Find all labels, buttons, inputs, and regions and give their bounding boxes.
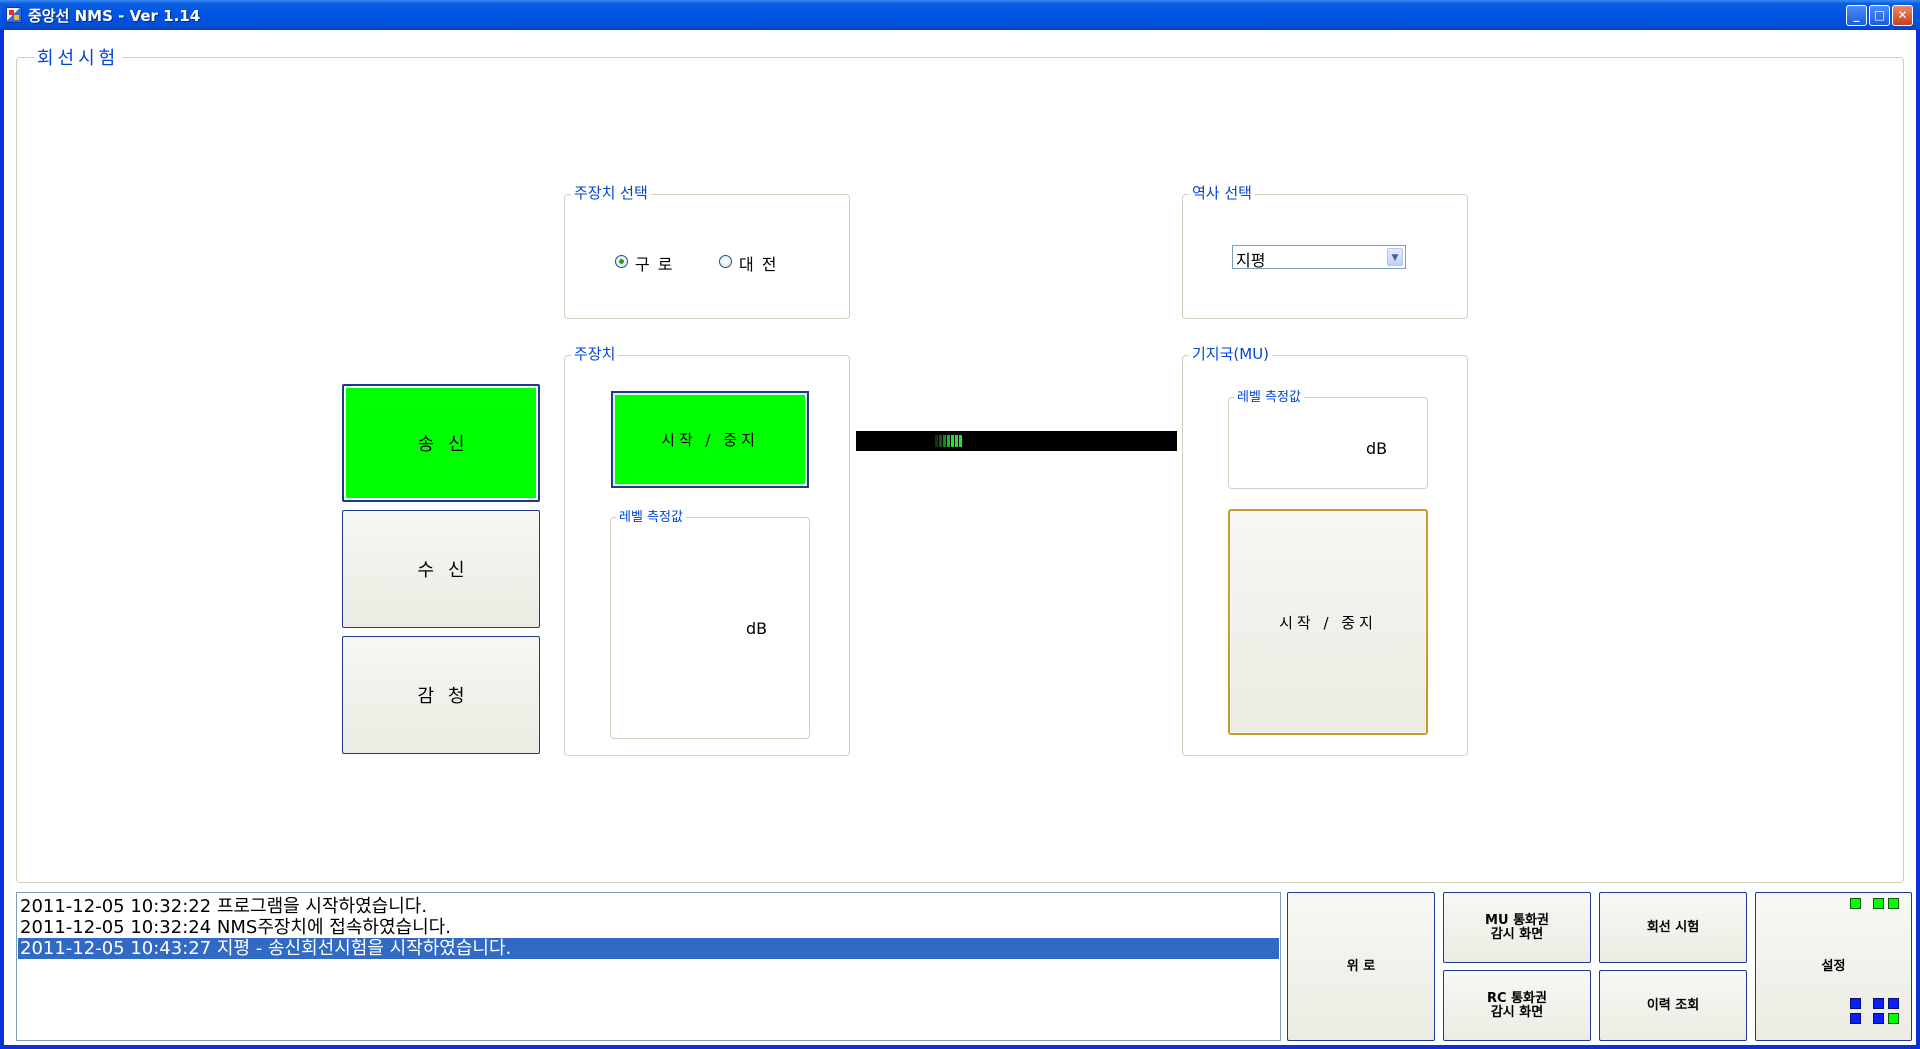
- progress-segment: [951, 435, 954, 447]
- status-indicator-icon: [1888, 898, 1899, 909]
- line-test-label: 회선 시험: [1646, 919, 1700, 935]
- base-station-level-group: [1228, 397, 1428, 489]
- log-entry[interactable]: 2011-12-05 10:32:22 프로그램을 시작하였습니다.: [18, 896, 1279, 917]
- history-label: 이력 조회: [1646, 997, 1700, 1013]
- status-indicator-icon: [1873, 998, 1884, 1009]
- rc-coverage-label-line1: RC 통화권: [1487, 990, 1547, 1006]
- line-test-button[interactable]: 회선 시험: [1599, 892, 1747, 963]
- progress-segment: [939, 435, 942, 447]
- minimize-icon: _: [1853, 8, 1860, 22]
- receive-button[interactable]: 수신: [342, 510, 540, 628]
- status-indicator-icon: [1873, 898, 1884, 909]
- main-device-legend: 주장치: [571, 343, 619, 364]
- base-station-start-stop-button[interactable]: 시작 / 중지: [1228, 509, 1428, 735]
- station-combo-value: 지평: [1236, 251, 1266, 270]
- status-indicator-icon: [1888, 998, 1899, 1009]
- status-indicator-icon: [1850, 1013, 1861, 1024]
- monitor-button[interactable]: 감청: [342, 636, 540, 754]
- main-device-level-legend: 레벨 측정값: [616, 506, 686, 525]
- device-select-group: [564, 194, 850, 319]
- status-indicator-icon: [1888, 1013, 1899, 1024]
- minimize-button[interactable]: _: [1846, 5, 1867, 26]
- device-select-legend: 주장치 선택: [571, 182, 651, 203]
- station-combo[interactable]: 지평 ▼: [1232, 245, 1406, 270]
- close-icon: ✕: [1897, 8, 1908, 22]
- log-entry-selected[interactable]: 2011-12-05 10:43:27 지평 - 송신회선시험을 시작하였습니다…: [18, 938, 1279, 959]
- main-device-level-group: [610, 517, 810, 739]
- main-device-level-unit: dB: [746, 619, 768, 638]
- mu-coverage-monitor-button[interactable]: MU 통화권 감시 화면: [1443, 892, 1591, 963]
- window-title: 중앙선 NMS - Ver 1.14: [28, 7, 201, 25]
- chevron-down-icon[interactable]: ▼: [1387, 248, 1403, 266]
- line-test-group: [16, 57, 1904, 883]
- home-button[interactable]: 위 로: [1287, 892, 1435, 1041]
- home-button-label: 위 로: [1346, 958, 1376, 974]
- settings-label: 설정: [1821, 958, 1846, 974]
- progress-segment: [959, 435, 962, 447]
- maximize-button[interactable]: □: [1869, 5, 1890, 26]
- status-indicator-icon: [1873, 1013, 1884, 1024]
- mu-coverage-label-line2: 감시 화면: [1490, 926, 1544, 942]
- log-list[interactable]: 2011-12-05 10:32:22 프로그램을 시작하였습니다. 2011-…: [16, 892, 1281, 1041]
- status-indicator-icon: [1850, 998, 1861, 1009]
- rc-coverage-monitor-button[interactable]: RC 통화권 감시 화면: [1443, 970, 1591, 1041]
- history-button[interactable]: 이력 조회: [1599, 970, 1747, 1041]
- transmit-button[interactable]: 송신: [342, 384, 540, 502]
- line-test-legend: 회선시험: [34, 44, 123, 70]
- mu-coverage-label-line1: MU 통화권: [1485, 912, 1549, 928]
- log-entry[interactable]: 2011-12-05 10:32:24 NMS주장치에 접속하였습니다.: [18, 917, 1279, 938]
- progress-segment: [955, 435, 958, 447]
- progress-segment: [947, 435, 950, 447]
- title-bar[interactable]: 중앙선 NMS - Ver 1.14 _ □ ✕: [0, 0, 1920, 30]
- radio-daejeon-label[interactable]: 대전: [739, 251, 784, 275]
- base-station-level-legend: 레벨 측정값: [1234, 386, 1304, 405]
- radio-daejeon[interactable]: [719, 255, 732, 268]
- progress-segment: [943, 435, 946, 447]
- radio-guro-label[interactable]: 구로: [635, 251, 680, 275]
- close-button[interactable]: ✕: [1892, 5, 1913, 26]
- settings-button[interactable]: 설정: [1755, 892, 1912, 1041]
- app-icon: [6, 7, 22, 23]
- progress-segment: [935, 435, 938, 447]
- base-station-level-unit: dB: [1366, 439, 1388, 458]
- main-device-start-stop-button[interactable]: 시작 / 중지: [611, 391, 809, 488]
- station-select-legend: 역사 선택: [1189, 182, 1255, 203]
- base-station-legend: 기지국(MU): [1189, 343, 1273, 364]
- radio-guro[interactable]: [615, 255, 628, 268]
- rc-coverage-label-line2: 감시 화면: [1490, 1004, 1544, 1020]
- status-indicator-icon: [1850, 898, 1861, 909]
- transmission-progress-bar: [856, 431, 1177, 451]
- maximize-icon: □: [1873, 8, 1886, 22]
